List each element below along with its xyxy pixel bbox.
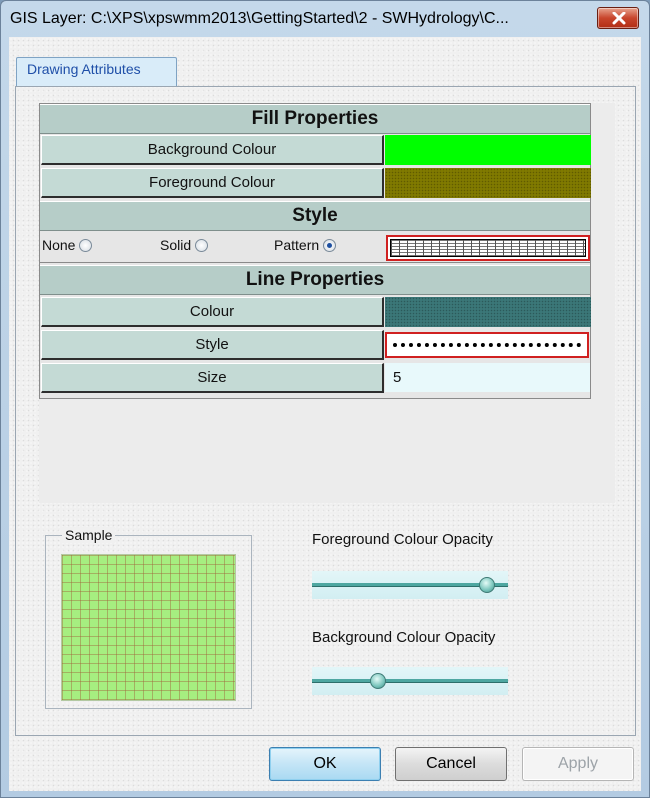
foreground-opacity-slider[interactable]: [312, 571, 508, 599]
slider-thumb[interactable]: [479, 577, 495, 593]
sample-group: Sample: [45, 527, 252, 709]
properties-grid: Fill Properties Background Colour Foregr…: [39, 103, 591, 399]
close-button[interactable]: [597, 7, 639, 29]
line-style-selector[interactable]: [385, 332, 589, 358]
line-size-label[interactable]: Size: [41, 363, 384, 393]
line-properties-header: Line Properties: [40, 265, 590, 295]
line-size-cell: 5: [385, 363, 591, 393]
close-icon: [612, 12, 626, 25]
style-option-pattern-label: Pattern: [274, 237, 320, 253]
style-option-none[interactable]: None: [42, 237, 93, 253]
pattern-selector[interactable]: [386, 235, 590, 261]
background-colour-label[interactable]: Background Colour: [41, 135, 384, 165]
style-options-row: None Solid Pattern: [40, 231, 590, 263]
dialog-window: GIS Layer: C:\XPS\xpswmm2013\GettingStar…: [0, 0, 650, 798]
line-style-cell: [385, 330, 591, 360]
style-option-pattern[interactable]: Pattern: [274, 237, 337, 253]
foreground-colour-label[interactable]: Foreground Colour: [41, 168, 384, 198]
foreground-opacity-label: Foreground Colour Opacity: [312, 531, 493, 548]
background-opacity-label: Background Colour Opacity: [312, 629, 496, 646]
dialog-client: Drawing Attributes Fill Properties Backg…: [9, 37, 641, 791]
slider-track: [312, 679, 508, 683]
line-style-label[interactable]: Style: [41, 330, 384, 360]
foreground-colour-swatch[interactable]: [385, 168, 591, 198]
style-option-solid-label: Solid: [160, 237, 192, 253]
style-header: Style: [40, 201, 590, 231]
fill-properties-header: Fill Properties: [40, 104, 590, 134]
apply-button[interactable]: Apply: [522, 747, 634, 781]
dotted-line-preview: [393, 343, 581, 347]
line-size-field[interactable]: 5: [385, 363, 590, 392]
tab-drawing-attributes[interactable]: Drawing Attributes: [16, 57, 177, 87]
radio-none[interactable]: [79, 239, 93, 252]
radio-pattern[interactable]: [323, 239, 337, 252]
style-option-solid[interactable]: Solid: [160, 237, 209, 253]
properties-area: Fill Properties Background Colour Foregr…: [39, 103, 615, 503]
pattern-preview: [390, 239, 586, 257]
sample-label: Sample: [62, 527, 116, 543]
window-title: GIS Layer: C:\XPS\xpswmm2013\GettingStar…: [10, 10, 509, 27]
slider-thumb[interactable]: [370, 673, 386, 689]
ok-button[interactable]: OK: [269, 747, 381, 781]
background-opacity-slider[interactable]: [312, 667, 508, 695]
line-colour-label[interactable]: Colour: [41, 297, 384, 327]
title-bar[interactable]: GIS Layer: C:\XPS\xpswmm2013\GettingStar…: [1, 1, 649, 37]
sample-preview: [61, 554, 236, 701]
cancel-button[interactable]: Cancel: [395, 747, 507, 781]
line-colour-swatch[interactable]: [385, 297, 591, 327]
background-colour-swatch[interactable]: [385, 135, 591, 165]
radio-solid[interactable]: [195, 239, 209, 252]
style-option-none-label: None: [42, 237, 76, 253]
